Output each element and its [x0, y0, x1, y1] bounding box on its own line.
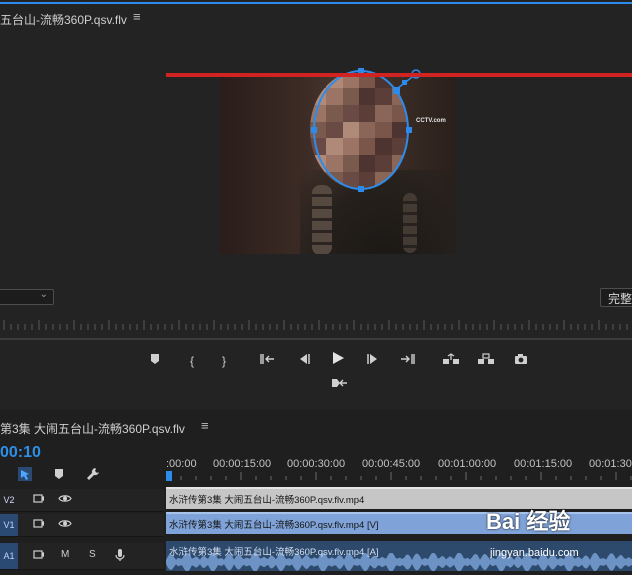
ellipse-mask-overlay[interactable]: [300, 60, 440, 200]
toggle-sync-lock-icon[interactable]: [33, 549, 45, 563]
extract-icon[interactable]: [475, 351, 497, 371]
panel-menu-icon[interactable]: ≡: [201, 418, 209, 433]
ruler-label: 00:01:15:00: [514, 458, 573, 470]
toggle-sync-lock-icon[interactable]: [33, 518, 45, 532]
clip-name: 水浒传第3集 大闹五台山-流畅360P.qsv.flv.mp4: [169, 495, 365, 506]
ruler-label: 00:00:15:00: [213, 458, 272, 470]
insert-icon[interactable]: [328, 375, 350, 395]
eye-icon[interactable]: [58, 493, 72, 507]
mask-vertex-right[interactable]: [406, 127, 412, 133]
playback-resolution-label: 完整: [608, 292, 632, 306]
mark-out-icon[interactable]: }: [213, 351, 235, 371]
monitor-scrub-bar[interactable]: [0, 338, 632, 340]
panel-focus-line: [0, 2, 632, 4]
track-label[interactable]: A1: [0, 543, 18, 569]
playback-resolution-select[interactable]: 完整: [600, 288, 632, 307]
track-header-v1: V1: [0, 514, 164, 537]
go-to-in-icon[interactable]: [257, 351, 279, 371]
ruler-ticks: [166, 472, 632, 480]
video-beads-right: [403, 193, 417, 253]
playhead-handle[interactable]: [166, 471, 172, 481]
export-frame-icon[interactable]: [510, 351, 532, 371]
work-area-bar[interactable]: [166, 73, 632, 77]
step-forward-icon[interactable]: [362, 351, 384, 371]
track-header-v2: V2: [0, 489, 164, 512]
clip-name: 水浒传第3集 大闹五台山-流畅360P.qsv.flv.mp4 [A]: [169, 547, 379, 558]
add-marker-icon[interactable]: [54, 468, 64, 483]
snap-icon[interactable]: [18, 467, 32, 484]
playhead-timecode[interactable]: 00:10: [0, 444, 41, 462]
program-monitor-panel: 五台山-流畅360P.qsv.flv ≡ CCTV.com ⌄ 完整 { }: [0, 0, 632, 410]
timeline-toolbar: [0, 466, 160, 484]
baidu-jingyan-url: jingyan.baidu.com: [490, 547, 579, 559]
solo-button[interactable]: S: [89, 549, 96, 560]
add-marker-icon[interactable]: [144, 351, 166, 371]
microphone-icon[interactable]: [115, 548, 125, 565]
panel-menu-icon[interactable]: ≡: [133, 9, 141, 24]
mask-rotation-handle[interactable]: [402, 80, 407, 85]
mask-expansion-handle[interactable]: [393, 87, 400, 94]
ruler-label: 00:00:45:00: [362, 458, 421, 470]
ruler-label: :00:00: [166, 458, 197, 470]
ruler-label: 00:00:30:00: [287, 458, 346, 470]
sequence-title[interactable]: 第3集 大闹五台山-流畅360P.qsv.flv: [0, 420, 185, 437]
track-label[interactable]: V2: [0, 489, 18, 511]
chevron-down-icon: ⌄: [39, 289, 48, 300]
track-label[interactable]: V1: [0, 514, 18, 536]
mask-vertex-left[interactable]: [311, 127, 317, 133]
mark-in-icon[interactable]: {: [181, 351, 203, 371]
track-header-a1: A1 M S: [0, 543, 164, 570]
mute-button[interactable]: M: [61, 549, 69, 560]
mask-vertex-bottom[interactable]: [358, 186, 364, 192]
monitor-time-ruler[interactable]: [0, 318, 632, 332]
zoom-level-select[interactable]: ⌄: [0, 289, 54, 305]
ruler-label: 00:01:00:00: [438, 458, 497, 470]
clip-name: 水浒传第3集 大闹五台山-流畅360P.qsv.flv.mp4 [V]: [169, 520, 379, 531]
ruler-label: 00:01:30: [589, 458, 632, 470]
wrench-icon[interactable]: [86, 467, 100, 484]
eye-icon[interactable]: [58, 518, 72, 532]
step-back-icon[interactable]: [293, 351, 315, 371]
baidu-jingyan-watermark: Bai 经验: [486, 509, 571, 534]
toggle-sync-lock-icon[interactable]: [33, 493, 45, 507]
timeline-time-ruler[interactable]: :00:00 00:00:15:00 00:00:30:00 00:00:45:…: [166, 454, 632, 484]
go-to-out-icon[interactable]: [396, 351, 418, 371]
lift-icon[interactable]: [440, 351, 462, 371]
monitor-title[interactable]: 五台山-流畅360P.qsv.flv: [0, 11, 127, 28]
play-icon[interactable]: [327, 351, 349, 371]
